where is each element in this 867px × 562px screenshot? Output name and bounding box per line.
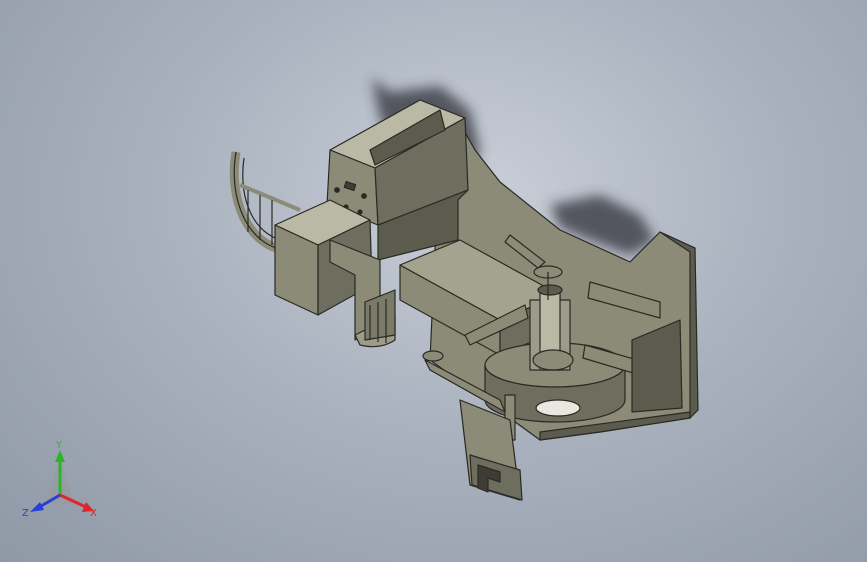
z-axis-head-icon xyxy=(30,502,44,512)
y-axis-head-icon xyxy=(55,450,65,462)
3d-viewport[interactable]: Y X Z xyxy=(0,0,867,562)
view-orientation-triad[interactable]: Y X Z xyxy=(20,440,110,530)
cad-model[interactable] xyxy=(0,0,867,562)
z-axis-label: Z xyxy=(22,508,29,519)
x-axis-label: X xyxy=(90,508,97,519)
y-axis-label: Y xyxy=(55,440,63,451)
